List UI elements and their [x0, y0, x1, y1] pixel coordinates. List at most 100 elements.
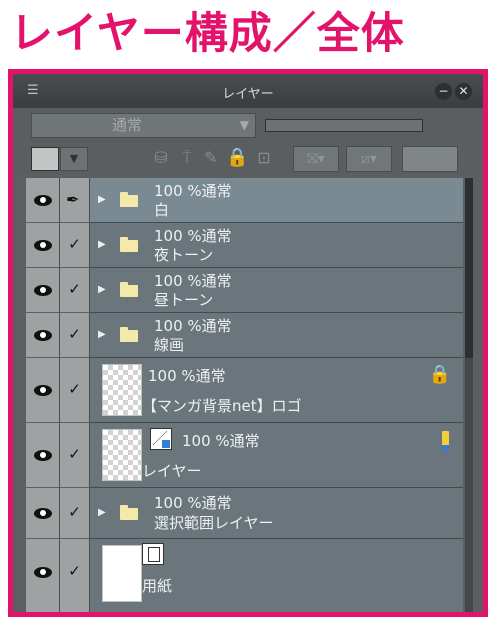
layer-body[interactable]: ▶ 100 %通常 線画 [90, 313, 463, 358]
edit-toggle[interactable]: ✓ [60, 539, 90, 612]
close-icon[interactable]: ✕ [455, 83, 472, 100]
visibility-toggle[interactable] [26, 313, 60, 357]
eye-icon [34, 508, 52, 519]
expand-triangle-icon[interactable]: ▶ [98, 284, 106, 295]
panel-titlebar[interactable]: ☰ レイヤー − ✕ [13, 74, 483, 108]
eye-icon [34, 240, 52, 251]
layer-row[interactable]: ✓ ▶ 100 %通常 選択範囲レイヤー [26, 488, 463, 539]
folder-icon [120, 327, 138, 342]
lock-icon[interactable]: 🔒 [226, 148, 248, 168]
edit-toggle[interactable]: ✓ [60, 423, 90, 487]
scrollbar[interactable] [465, 178, 473, 612]
expand-triangle-icon[interactable]: ▶ [98, 507, 106, 518]
visibility-toggle[interactable] [26, 488, 60, 538]
layer-name: 夜トーン [154, 246, 214, 264]
layer-body[interactable]: 用紙 [90, 539, 463, 612]
visibility-toggle[interactable] [26, 178, 60, 222]
layer-row[interactable]: ✓ 100 %通常 【マンガ背景net】ロゴ 🔒 [26, 358, 463, 423]
layer-color-swatch[interactable] [31, 147, 59, 171]
layer-opacity-mode: 100 %通常 [154, 317, 232, 335]
draft-icon[interactable]: ⍑ [177, 148, 197, 168]
layer-row[interactable]: ✓ 用紙 [26, 539, 463, 612]
layer-list: ✒ ▶ 100 %通常 白 ✓ ▶ 100 %通常 夜トーン ✓ ▶ 100 %… [26, 178, 463, 612]
page-heading: レイヤー構成／全体 [10, 9, 405, 59]
layer-name: 用紙 [142, 577, 173, 595]
reference-icon[interactable]: ⛁ [149, 148, 173, 168]
layer-opacity-mode: 100 %通常 [154, 227, 232, 245]
expand-triangle-icon[interactable]: ▶ [98, 239, 106, 250]
layer-name: レイヤー [142, 462, 202, 480]
check-icon: ✓ [68, 325, 81, 343]
layer-row[interactable]: ✓ ▶ 100 %通常 夜トーン [26, 223, 463, 268]
folder-icon [120, 237, 138, 252]
eye-icon [34, 385, 52, 396]
visibility-toggle[interactable] [26, 423, 60, 487]
check-icon: ✓ [68, 445, 81, 463]
opacity-slider[interactable] [265, 119, 423, 132]
pen-icon: ✒ [66, 190, 80, 209]
blend-mode-value: 通常 [112, 116, 143, 134]
check-icon: ✓ [68, 503, 81, 521]
visibility-toggle[interactable] [26, 539, 60, 612]
blend-mode-select[interactable]: 通常 ▼ [31, 113, 256, 138]
check-icon: ✓ [68, 280, 81, 298]
pen-lock-icon[interactable]: ✎ [201, 148, 221, 168]
clip-button[interactable]: ⛝▾ [293, 146, 339, 172]
pencil-icon [442, 431, 449, 451]
edit-toggle[interactable]: ✓ [60, 358, 90, 422]
layer-body[interactable]: ▶ 100 %通常 白 [90, 178, 463, 223]
visibility-toggle[interactable] [26, 268, 60, 312]
layer-row[interactable]: ✓ 100 %通常 レイヤー [26, 423, 463, 488]
raster-layer-icon [150, 428, 172, 450]
chevron-down-icon: ▼ [239, 118, 249, 132]
check-icon: ✓ [68, 235, 81, 253]
check-icon: ✓ [68, 562, 81, 580]
layer-name: 【マンガ背景net】ロゴ [142, 397, 302, 415]
layer-row[interactable]: ✒ ▶ 100 %通常 白 [26, 178, 463, 223]
edit-toggle[interactable]: ✓ [60, 268, 90, 312]
eye-icon [34, 567, 52, 578]
layer-opacity-mode: 100 %通常 [154, 272, 232, 290]
layer-body[interactable]: ▶ 100 %通常 昼トーン [90, 268, 463, 313]
visibility-toggle[interactable] [26, 358, 60, 422]
expand-triangle-icon[interactable]: ▶ [98, 194, 106, 205]
eye-icon [34, 450, 52, 461]
layer-name: 白 [154, 201, 170, 219]
extra-button[interactable] [402, 146, 458, 172]
edit-toggle[interactable]: ✓ [60, 223, 90, 267]
layer-name: 選択範囲レイヤー [154, 514, 274, 532]
check-icon: ✓ [68, 380, 81, 398]
scrollbar-thumb[interactable] [465, 178, 473, 358]
eye-icon [34, 330, 52, 341]
eye-icon [34, 285, 52, 296]
edit-toggle[interactable]: ✓ [60, 488, 90, 538]
blend-toolbar: 通常 ▼ [13, 108, 483, 140]
visibility-toggle[interactable] [26, 223, 60, 267]
paper-layer-icon [142, 543, 164, 565]
layer-body[interactable]: ▶ 100 %通常 選択範囲レイヤー [90, 488, 463, 539]
edit-toggle[interactable]: ✓ [60, 313, 90, 357]
layer-thumbnail [102, 429, 142, 481]
layer-panel-frame: ☰ レイヤー − ✕ 通常 ▼ ▼ ⛁ ⍑ ✎ 🔒 ⊡ ⛝▾ ⧄▾ ✒ ▶ 10… [8, 69, 488, 617]
chevron-down-icon[interactable]: ▼ [60, 147, 88, 171]
folder-icon [120, 282, 138, 297]
expand-triangle-icon[interactable]: ▶ [98, 329, 106, 340]
eye-icon [34, 195, 52, 206]
layer-body[interactable]: ▶ 100 %通常 夜トーン [90, 223, 463, 268]
layer-name: 線画 [154, 336, 185, 354]
layer-opacity-mode: 100 %通常 [182, 432, 260, 450]
mask-button[interactable]: ⧄▾ [346, 146, 392, 172]
layer-row[interactable]: ✓ ▶ 100 %通常 昼トーン [26, 268, 463, 313]
layer-body[interactable]: 100 %通常 レイヤー [90, 423, 463, 488]
edit-toggle[interactable]: ✒ [60, 178, 90, 222]
layer-body[interactable]: 100 %通常 【マンガ背景net】ロゴ 🔒 [90, 358, 463, 423]
folder-icon [120, 192, 138, 207]
panel-title: レイヤー [222, 87, 274, 102]
layer-thumbnail [102, 364, 142, 416]
layer-opacity-mode: 100 %通常 [154, 494, 232, 512]
layer-row[interactable]: ✓ ▶ 100 %通常 線画 [26, 313, 463, 358]
folder-icon [120, 505, 138, 520]
minimize-icon[interactable]: − [435, 83, 452, 100]
layer-opacity-mode: 100 %通常 [154, 182, 232, 200]
lock-transparency-icon[interactable]: ⊡ [251, 148, 277, 168]
